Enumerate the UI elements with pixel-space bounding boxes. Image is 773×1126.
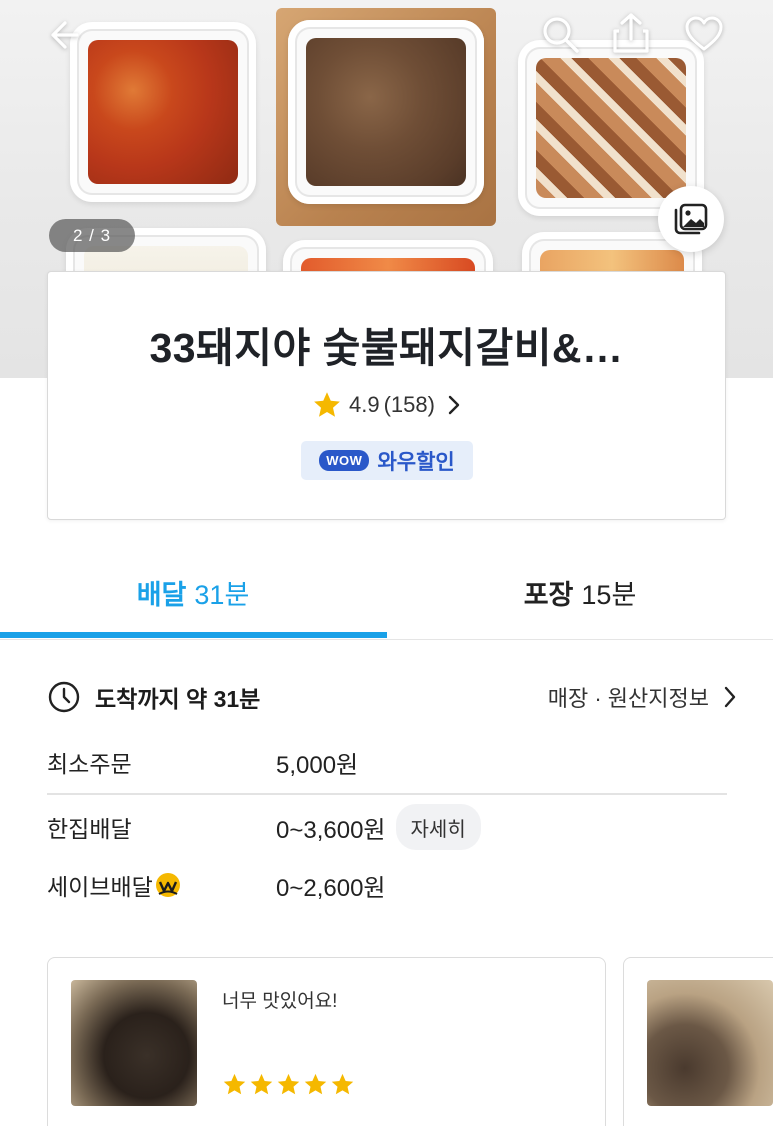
tab-delivery[interactable]: 배달 31분	[0, 548, 386, 636]
star-icon	[314, 392, 340, 417]
image-page-indicator: 2 / 3	[49, 219, 135, 252]
star-icon	[304, 1073, 327, 1095]
back-button[interactable]	[40, 12, 86, 58]
order-type-tabs: 배달 31분 포장 15분	[0, 548, 773, 640]
search-button[interactable]	[536, 10, 584, 58]
rating-value: 4.9	[349, 392, 380, 417]
min-order-label: 최소주문	[47, 751, 132, 777]
chevron-right-icon	[448, 395, 460, 415]
review-photo	[647, 980, 773, 1106]
wow-logo: WOW	[319, 450, 370, 471]
review-count: (158)	[383, 392, 435, 417]
home-delivery-row: 한집배달 0~3,600원 자세히	[47, 804, 737, 850]
share-button[interactable]	[606, 8, 656, 58]
arrow-left-icon	[51, 21, 79, 49]
save-delivery-badge-icon	[155, 873, 180, 897]
clock-icon	[48, 681, 80, 713]
favorite-button[interactable]	[680, 10, 728, 58]
chevron-right-icon	[724, 686, 736, 708]
food-tray-spicy-pork	[70, 22, 256, 202]
save-delivery-label-group: 세이브배달	[47, 868, 276, 902]
arrival-time-row: 도착까지 약 31분 매장 · 원산지정보	[47, 676, 737, 718]
share-icon	[613, 13, 649, 53]
divider	[47, 793, 727, 795]
rating-summary[interactable]: 4.9 (158)	[48, 390, 725, 420]
tab-takeout-label: 포장	[523, 579, 574, 610]
photo-gallery-button[interactable]	[658, 186, 724, 252]
review-text: 너무 맛있어요!	[222, 991, 338, 1012]
heart-icon	[685, 16, 723, 51]
delivery-fee-detail-button[interactable]: 자세히	[395, 804, 481, 850]
arrival-time: 도착까지 약 31분	[95, 686, 261, 712]
review-photo	[71, 980, 197, 1106]
star-icon	[223, 1073, 246, 1095]
save-delivery-row: 세이브배달 0~2,600원	[47, 863, 737, 907]
star-icon	[277, 1073, 300, 1095]
wow-discount-label: 와우할인	[377, 450, 455, 474]
tab-takeout-time: 15분	[581, 579, 637, 610]
save-delivery-label: 세이브배달	[47, 874, 153, 900]
review-stars	[222, 1072, 355, 1097]
min-order-value: 5,000원	[276, 751, 359, 779]
home-delivery-value: 0~3,600원	[276, 816, 386, 844]
store-name: 33돼지야 숯불돼지갈비&…	[149, 325, 624, 371]
active-tab-indicator	[0, 632, 387, 638]
tab-delivery-label: 배달	[136, 579, 187, 610]
tab-delivery-time: 31분	[194, 579, 250, 610]
home-delivery-label: 한집배달	[47, 816, 132, 842]
tab-takeout[interactable]: 포장 15분	[387, 548, 773, 636]
review-card[interactable]	[623, 957, 773, 1126]
star-icon	[331, 1073, 354, 1095]
save-delivery-value: 0~2,600원	[276, 874, 386, 902]
star-icon	[250, 1073, 273, 1095]
food-tray-grilled-pork	[288, 20, 484, 204]
wow-discount-badge: WOW 와우할인	[301, 441, 473, 480]
store-origin-info-label: 매장 · 원산지정보	[547, 686, 709, 711]
store-info-card: 33돼지야 숯불돼지갈비&… 4.9 (158) WOW 와우할인	[47, 271, 726, 520]
min-order-row: 최소주문 5,000원	[47, 740, 737, 784]
search-icon	[543, 17, 579, 53]
gallery-icon	[674, 203, 708, 235]
review-card[interactable]: 너무 맛있어요!	[47, 957, 606, 1126]
store-origin-info-link[interactable]: 매장 · 원산지정보	[548, 676, 737, 718]
